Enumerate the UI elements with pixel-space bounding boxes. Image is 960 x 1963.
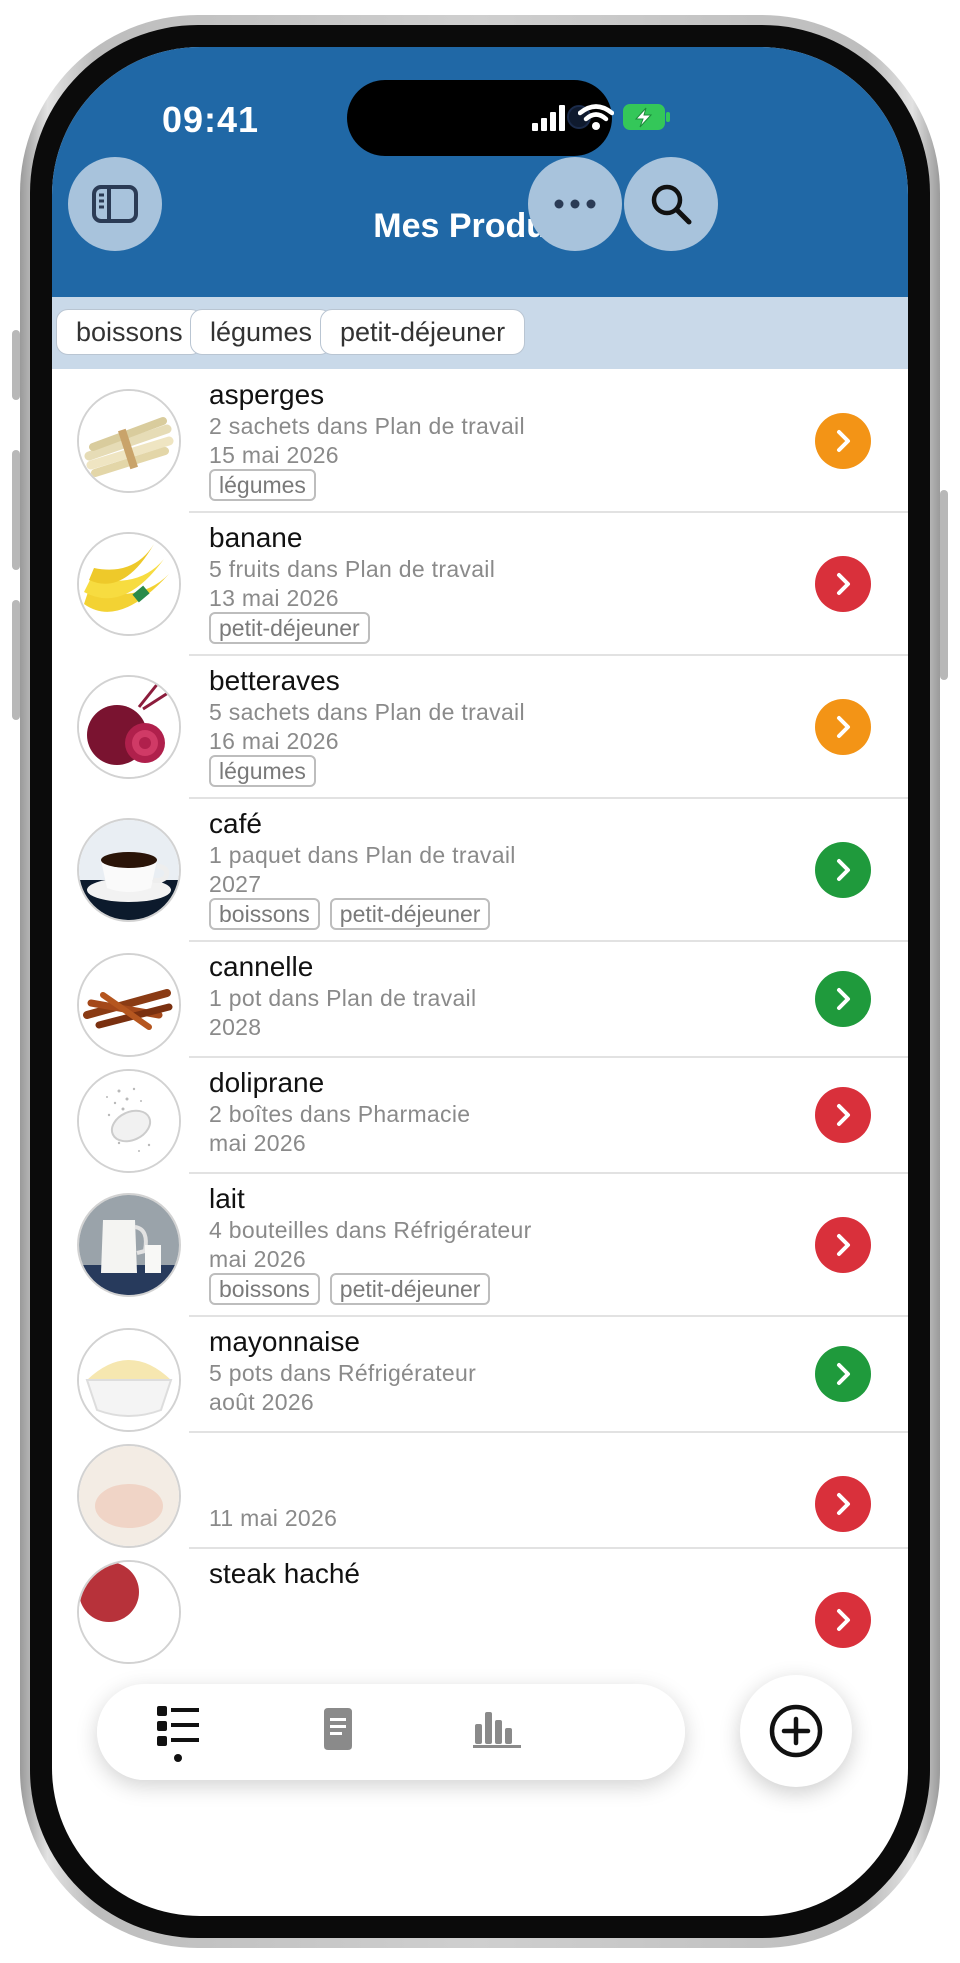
product-thumbnail [77, 1444, 181, 1548]
product-tags: petit-déjeuner [209, 612, 370, 644]
chevron-right-icon[interactable] [815, 413, 871, 469]
volume-down-button [12, 600, 20, 720]
product-name: lait [209, 1183, 245, 1214]
product-tag: légumes [209, 755, 316, 787]
list-item[interactable]: mayonnaise 5 pots dans Réfrigérateur aoû… [52, 1316, 908, 1432]
page-title: Mes Produits [373, 207, 587, 245]
filter-chip-legumes[interactable]: légumes [190, 309, 333, 355]
product-quantity: 2 sachets dans Plan de travail [209, 413, 525, 439]
product-thumbnail [77, 389, 181, 493]
product-quantity: 5 fruits dans Plan de travail [209, 556, 496, 582]
chevron-right-icon[interactable] [815, 1592, 871, 1648]
product-name: asperges [209, 379, 325, 410]
product-tags: légumes [209, 469, 316, 501]
tab-statistics[interactable] [471, 1708, 523, 1753]
product-thumbnail [77, 953, 181, 1057]
product-tags: légumes [209, 755, 316, 787]
volume-up-button [12, 450, 20, 570]
chevron-right-icon[interactable] [815, 1476, 871, 1532]
search-icon [651, 184, 692, 225]
wifi-icon [577, 103, 615, 136]
list-item[interactable]: banane 5 fruits dans Plan de travail 13 … [52, 512, 908, 655]
product-name: cannelle [209, 951, 314, 982]
product-thumbnail [77, 1328, 181, 1432]
product-name: mayonnaise [209, 1326, 360, 1357]
tab-products[interactable] [153, 1704, 203, 1764]
product-quantity: 4 bouteilles dans Réfrigérateur [209, 1217, 532, 1243]
product-thumbnail [77, 532, 181, 636]
product-quantity: 5 sachets dans Plan de travail [209, 699, 525, 725]
product-tag: légumes [209, 469, 316, 501]
product-date: mai 2026 [209, 1246, 307, 1272]
product-name: café [209, 808, 262, 839]
chevron-right-icon[interactable] [815, 556, 871, 612]
list-item[interactable]: asperges 2 sachets dans Plan de travail … [52, 369, 908, 512]
status-time: 09:41 [162, 99, 260, 140]
list-item[interactable]: café 1 paquet dans Plan de travail 2027 … [52, 798, 908, 941]
product-tag: boissons [209, 1273, 320, 1305]
screen: 09:41 Mes Produits boissons légumes peti… [52, 47, 908, 1916]
list-item[interactable]: 11 mai 2026 [52, 1432, 908, 1548]
product-tags: boissons petit-déjeuner [209, 898, 491, 930]
product-date: 15 mai 2026 [209, 442, 339, 468]
chart-icon [473, 1712, 521, 1748]
list-icon [157, 1706, 199, 1762]
product-date: 16 mai 2026 [209, 728, 339, 754]
product-tags: boissons petit-déjeuner [209, 1273, 491, 1305]
product-quantity: 5 pots dans Réfrigérateur [209, 1360, 477, 1386]
list-item[interactable]: lait 4 bouteilles dans Réfrigérateur mai… [52, 1173, 908, 1316]
list-item[interactable]: cannelle 1 pot dans Plan de travail 2028 [52, 941, 908, 1057]
tab-documents[interactable] [320, 1706, 356, 1757]
product-tag: petit-déjeuner [329, 1273, 491, 1305]
product-thumbnail [77, 1193, 181, 1297]
product-quantity: 2 boîtes dans Pharmacie [209, 1101, 471, 1127]
product-date: mai 2026 [209, 1130, 307, 1156]
tab-bar [97, 1684, 685, 1780]
product-date: 11 mai 2026 [209, 1505, 338, 1531]
product-date: 13 mai 2026 [209, 585, 339, 611]
product-quantity: 1 paquet dans Plan de travail [209, 842, 516, 868]
ellipsis-icon [554, 199, 596, 209]
product-thumbnail [77, 1560, 181, 1664]
product-thumbnail [77, 818, 181, 922]
chevron-right-icon[interactable] [815, 1346, 871, 1402]
power-button [940, 490, 948, 680]
product-name: banane [209, 522, 303, 553]
product-name: steak haché [209, 1558, 360, 1589]
chevron-right-icon[interactable] [815, 842, 871, 898]
filter-chip-petit-dejeuner[interactable]: petit-déjeuner [320, 309, 526, 355]
product-date: 2027 [209, 871, 262, 897]
product-name: betteraves [209, 665, 340, 696]
chevron-right-icon[interactable] [815, 699, 871, 755]
battery-icon [622, 103, 672, 136]
add-product-button[interactable] [740, 1675, 852, 1787]
product-date: août 2026 [209, 1389, 315, 1415]
list-item[interactable]: steak haché [52, 1548, 908, 1664]
signal-icon [532, 105, 568, 136]
chevron-right-icon[interactable] [815, 1217, 871, 1273]
mute-switch [12, 330, 20, 400]
product-thumbnail [77, 675, 181, 779]
document-icon [324, 1708, 352, 1750]
chevron-right-icon[interactable] [815, 1087, 871, 1143]
search-button[interactable] [624, 157, 718, 251]
product-tag: boissons [209, 898, 320, 930]
product-date: 2028 [209, 1014, 262, 1040]
product-name: doliprane [209, 1067, 325, 1098]
product-thumbnail [77, 1069, 181, 1173]
more-button[interactable] [528, 157, 622, 251]
chevron-right-icon[interactable] [815, 971, 871, 1027]
product-tag: petit-déjeuner [209, 612, 370, 644]
add-icon [769, 1704, 823, 1758]
product-quantity: 1 pot dans Plan de travail [209, 985, 477, 1011]
list-item[interactable]: betteraves 5 sachets dans Plan de travai… [52, 655, 908, 798]
filter-chip-boissons[interactable]: boissons [56, 309, 203, 355]
list-item[interactable]: doliprane 2 boîtes dans Pharmacie mai 20… [52, 1057, 908, 1173]
product-tag: petit-déjeuner [329, 898, 491, 930]
